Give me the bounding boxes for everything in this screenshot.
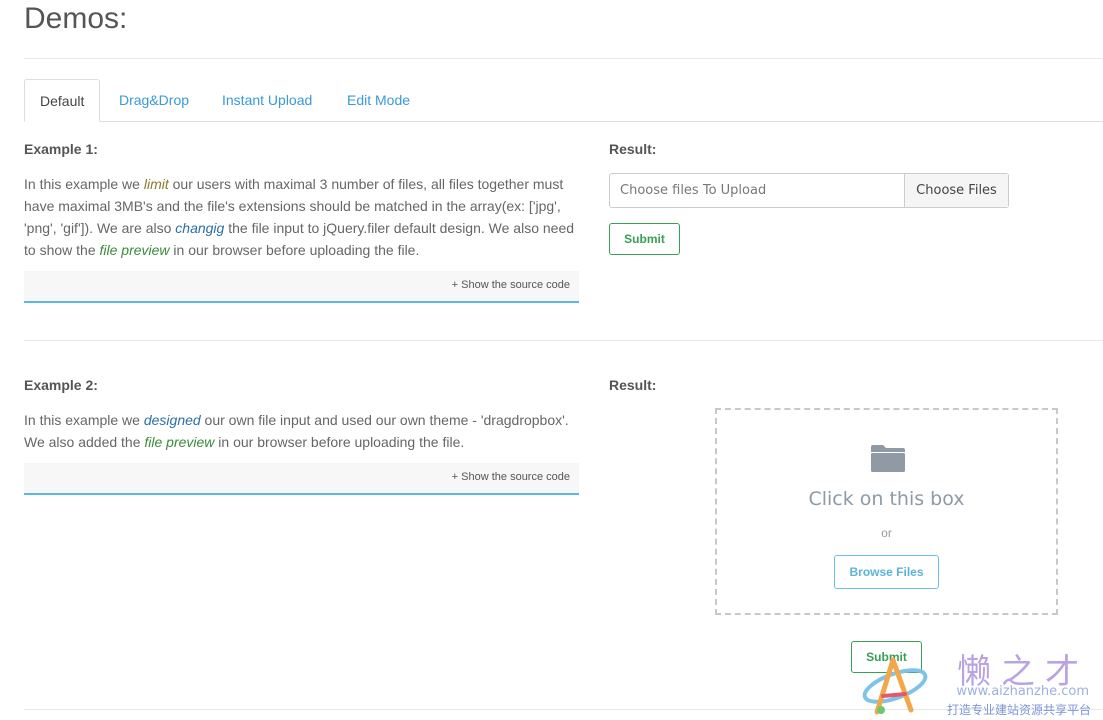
dropbox-title: Click on this box xyxy=(808,488,965,510)
tab-instant-upload[interactable]: Instant Upload xyxy=(207,79,327,120)
choose-files-button[interactable]: Choose Files xyxy=(904,174,1008,207)
example1-text-part: In this example we xyxy=(24,176,144,192)
dropbox-or-text: or xyxy=(881,526,892,540)
example1-emphasis-file-preview: file preview xyxy=(99,242,170,258)
example1-text-part: in our browser before uploading the file… xyxy=(169,242,420,258)
example1-submit-button[interactable]: Submit xyxy=(609,223,680,255)
watermark-url: www.aizhanzhe.com xyxy=(956,684,1089,699)
watermark-logo-icon xyxy=(862,657,928,715)
example1-emphasis-changig: changig xyxy=(175,220,225,236)
demo-tabs: Default Drag&Drop Instant Upload Edit Mo… xyxy=(24,79,1103,122)
example1-source-bar: + Show the source code xyxy=(24,271,579,303)
section-divider xyxy=(24,340,1103,341)
example2-description: In this example we designed our own file… xyxy=(24,409,580,453)
example2-emphasis-file-preview: file preview xyxy=(144,434,215,450)
example2-heading: Example 2: xyxy=(24,377,98,393)
tab-edit-mode[interactable]: Edit Mode xyxy=(332,79,425,120)
example2-result-heading: Result: xyxy=(609,377,657,393)
example1-file-input[interactable]: Choose files To Upload Choose Files xyxy=(609,173,1009,208)
folder-icon xyxy=(871,445,905,472)
example2-source-bar: + Show the source code xyxy=(24,463,579,495)
title-divider xyxy=(24,58,1103,59)
example1-heading: Example 1: xyxy=(24,141,98,157)
watermark: 懒之才 www.aizhanzhe.com 打造专业建站资源共享平台 xyxy=(857,642,1097,720)
file-input-placeholder: Choose files To Upload xyxy=(620,183,767,198)
example1-show-source-link[interactable]: + Show the source code xyxy=(452,279,570,291)
example2-show-source-link[interactable]: + Show the source code xyxy=(452,471,570,483)
tab-drag-drop[interactable]: Drag&Drop xyxy=(104,79,204,120)
page-title: Demos: xyxy=(24,2,128,35)
example1-emphasis-limit: limit xyxy=(143,176,169,192)
watermark-tagline: 打造专业建站资源共享平台 xyxy=(946,703,1091,717)
example2-emphasis-designed: designed xyxy=(143,412,201,428)
tab-default[interactable]: Default xyxy=(24,79,101,122)
browse-files-button[interactable]: Browse Files xyxy=(834,555,939,589)
example2-text-part: In this example we xyxy=(24,412,144,428)
example1-description: In this example we limit our users with … xyxy=(24,173,580,261)
example2-text-part: in our browser before uploading the file… xyxy=(214,434,465,450)
drag-drop-box[interactable]: Click on this box or Browse Files xyxy=(715,408,1058,615)
example1-result-heading: Result: xyxy=(609,141,657,157)
